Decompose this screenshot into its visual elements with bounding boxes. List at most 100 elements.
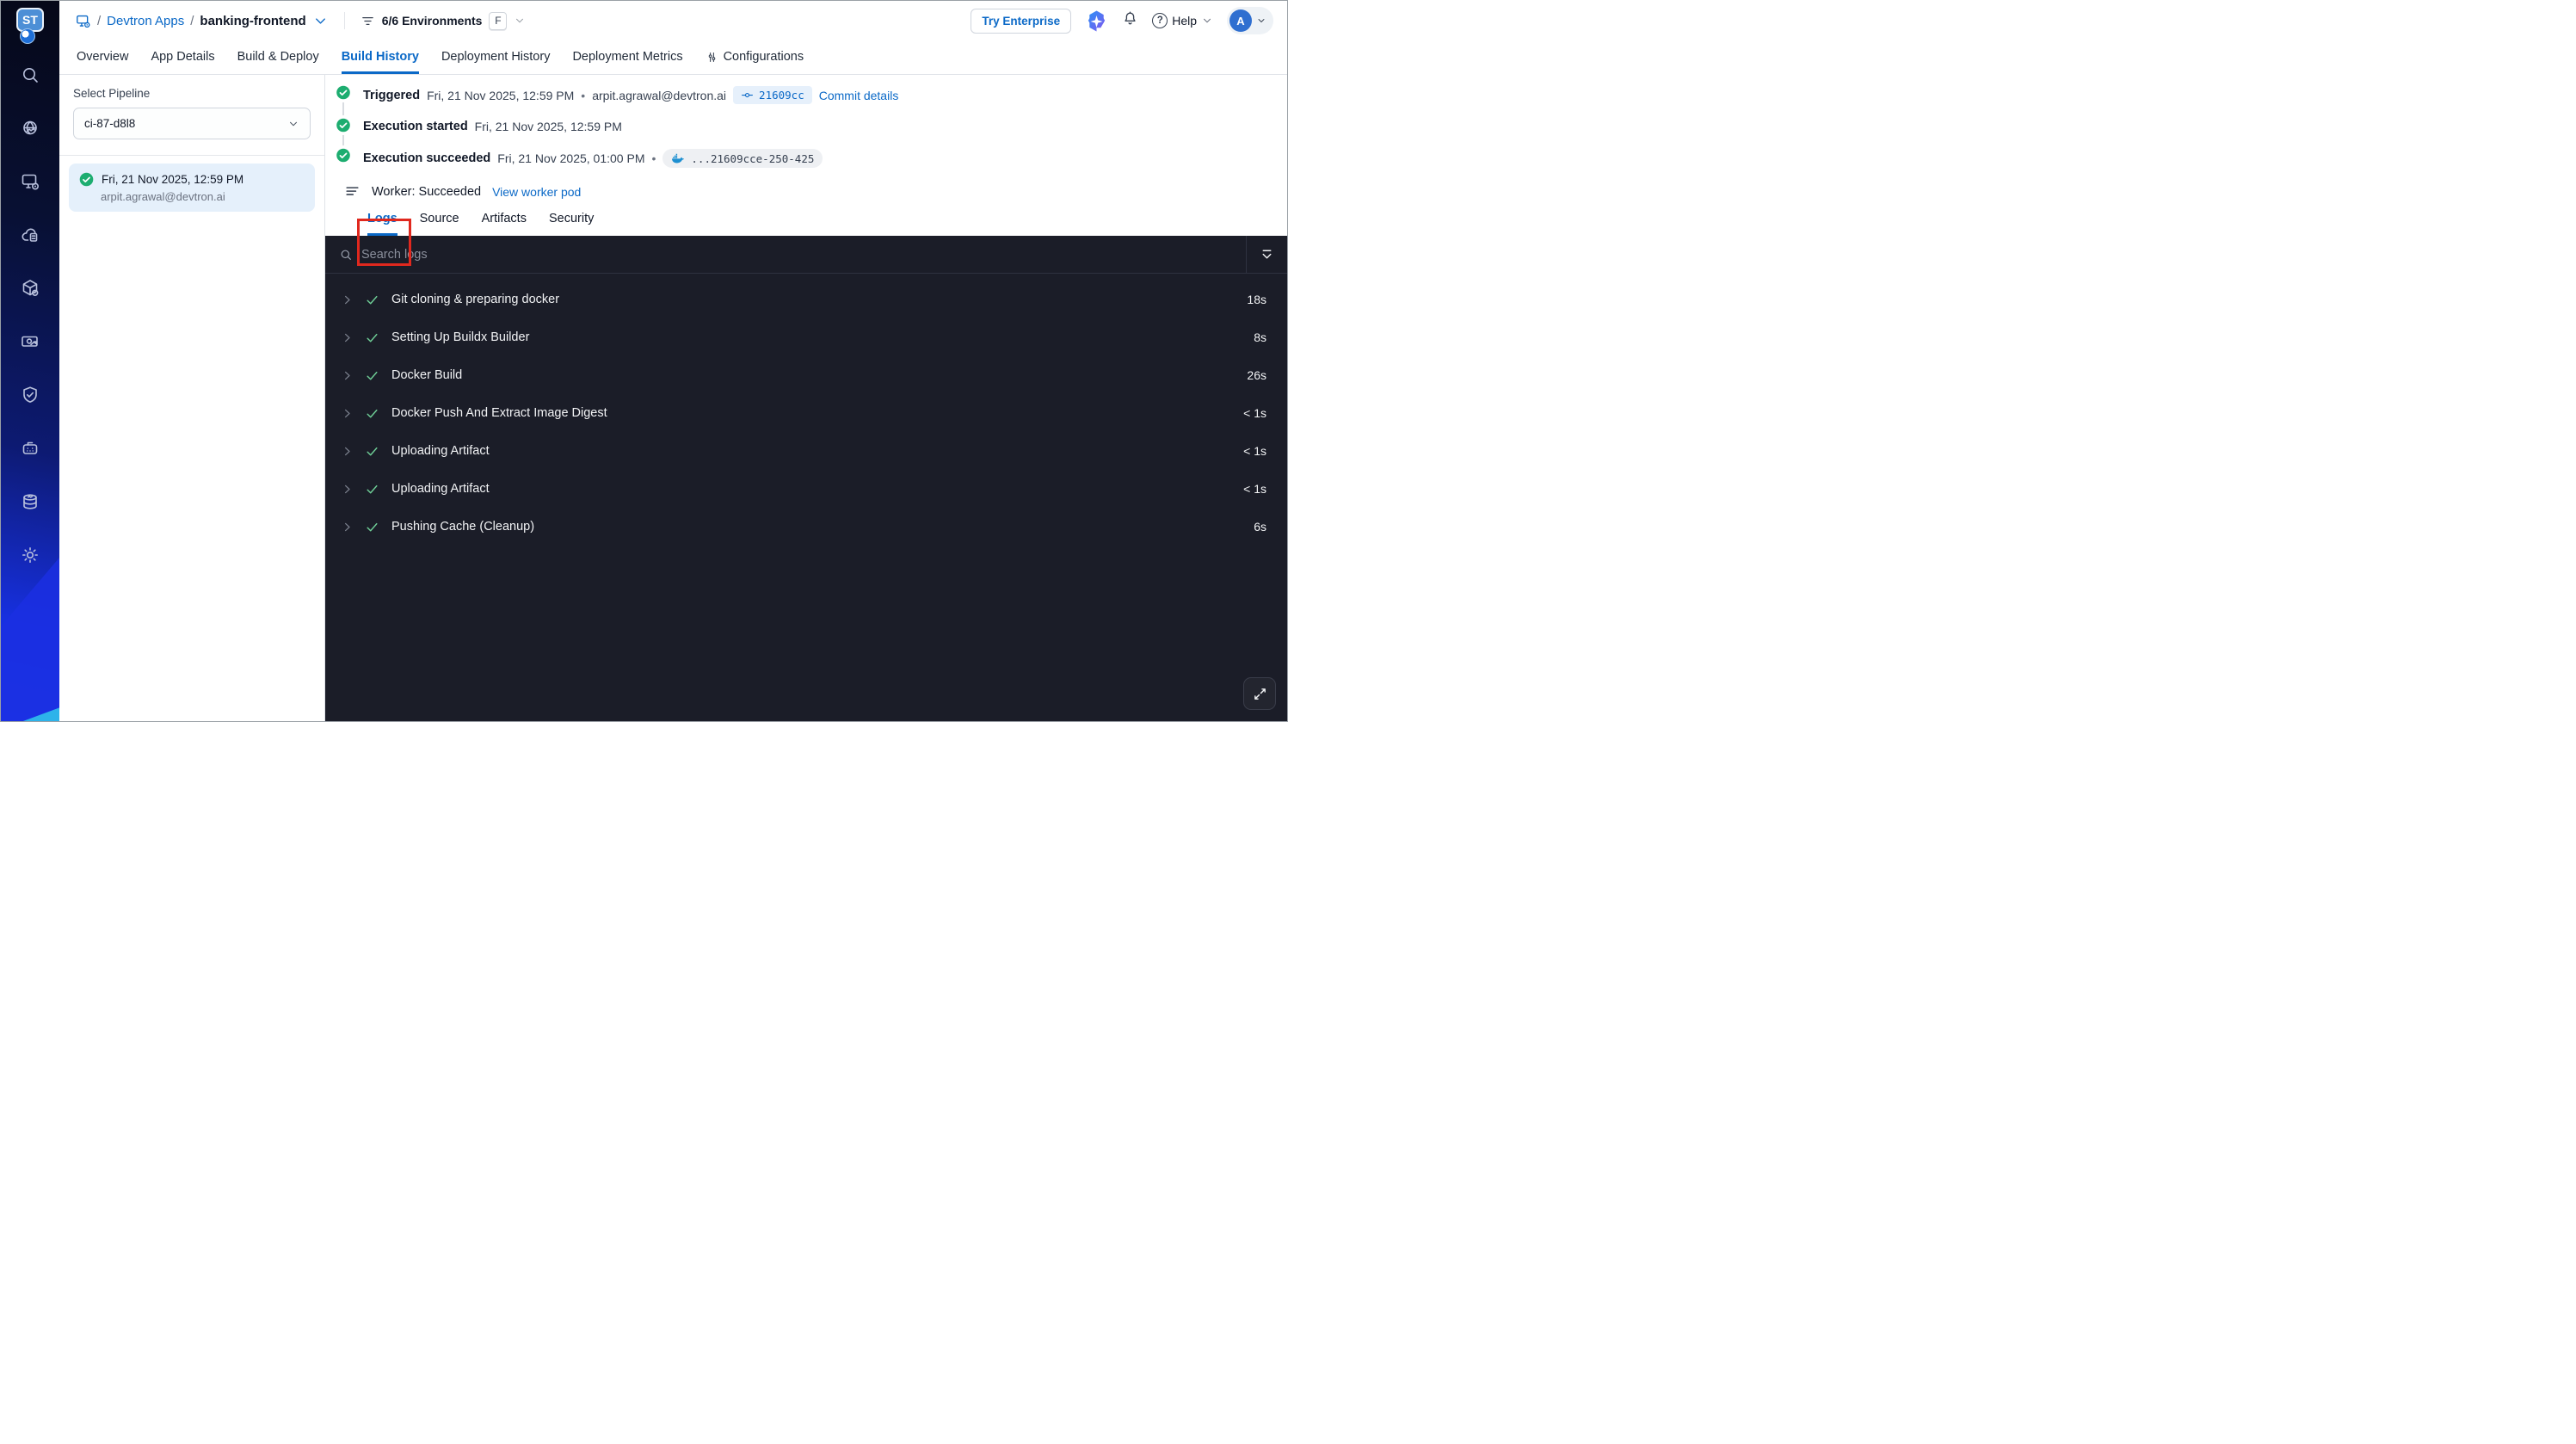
log-stage-list: Git cloning & preparing docker 18s Setti… (325, 274, 1287, 552)
chevron-right-icon[interactable] (341, 407, 354, 420)
stage-success-icon (367, 333, 378, 342)
sliders-icon (708, 52, 715, 62)
stage-duration: 18s (1247, 293, 1266, 306)
header-divider (343, 12, 345, 29)
view-worker-pod-link[interactable]: View worker pod (492, 185, 581, 199)
tab-artifacts[interactable]: Artifacts (482, 212, 527, 236)
applications-icon (77, 15, 90, 28)
log-stage-row[interactable]: Setting Up Buildx Builder 8s (325, 318, 1287, 356)
execution-summary: Triggered Fri, 21 Nov 2025, 12:59 PM • a… (325, 75, 1287, 200)
execution-step-started: Execution started Fri, 21 Nov 2025, 12:5… (335, 118, 1270, 148)
timeline-connector (342, 135, 344, 145)
applications-icon[interactable] (20, 171, 40, 196)
user-menu[interactable]: A (1227, 7, 1273, 34)
breadcrumb-separator: / (190, 13, 194, 28)
log-stage-row[interactable]: Docker Build 26s (325, 356, 1287, 394)
resource-watch-icon[interactable] (20, 118, 40, 143)
tab-build-history[interactable]: Build History (341, 40, 419, 74)
build-list-item[interactable]: Fri, 21 Nov 2025, 12:59 PM arpit.agrawal… (69, 164, 315, 212)
ai-sparkle-icon[interactable] (1085, 9, 1108, 33)
step-time: Fri, 21 Nov 2025, 12:59 PM (427, 88, 575, 102)
build-detail-panel: Triggered Fri, 21 Nov 2025, 12:59 PM • a… (325, 75, 1287, 721)
docker-icon (672, 153, 685, 164)
logs-lines-icon (346, 187, 359, 195)
pipeline-select-value: ci-87-d8l8 (84, 117, 136, 130)
avatar: A (1229, 9, 1252, 32)
chart-store-icon[interactable] (20, 278, 40, 303)
help-menu[interactable]: ? Help (1152, 13, 1213, 28)
app-groups-icon[interactable] (20, 225, 40, 250)
log-stage-row[interactable]: Pushing Cache (Cleanup) 6s (325, 508, 1287, 546)
log-stage-row[interactable]: Git cloning & preparing docker 18s (325, 281, 1287, 318)
global-config-gear-icon[interactable] (20, 545, 40, 570)
top-header: / Devtron Apps / banking-frontend 6/6 En… (59, 1, 1287, 40)
filter-icon (361, 16, 373, 25)
breadcrumb-root-link[interactable]: Devtron Apps (107, 14, 184, 28)
app-nav-tabs: Overview App Details Build & Deploy Buil… (59, 40, 1287, 75)
tab-source[interactable]: Source (420, 212, 459, 236)
step-label: Execution succeeded (363, 151, 491, 165)
help-icon: ? (1152, 13, 1168, 28)
collapse-all-button[interactable] (1246, 236, 1287, 273)
stage-name: Pushing Cache (Cleanup) (391, 520, 535, 534)
cost-visibility-icon[interactable] (20, 331, 40, 356)
log-stage-row[interactable]: Uploading Artifact < 1s (325, 470, 1287, 508)
image-tag: ...21609cce-250-425 (691, 151, 815, 165)
app-logo[interactable]: ST (15, 8, 46, 44)
select-pipeline-label: Select Pipeline (73, 87, 151, 100)
tab-app-details[interactable]: App Details (151, 40, 214, 74)
stage-duration: 26s (1247, 368, 1266, 382)
stage-name: Docker Push And Extract Image Digest (391, 406, 607, 420)
panel-divider (59, 155, 324, 156)
chevron-right-icon[interactable] (341, 331, 354, 344)
log-stage-row[interactable]: Docker Push And Extract Image Digest < 1… (325, 394, 1287, 432)
tab-build-and-deploy[interactable]: Build & Deploy (237, 40, 319, 74)
tab-deployment-metrics[interactable]: Deployment Metrics (572, 40, 682, 74)
sidebar-gradient-facet (1, 558, 59, 721)
build-author: arpit.agrawal@devtron.ai (101, 190, 225, 203)
tab-deployment-history[interactable]: Deployment History (441, 40, 551, 74)
resource-browser-icon[interactable] (20, 491, 40, 516)
success-check-icon (79, 172, 94, 187)
stage-duration: 8s (1254, 330, 1266, 344)
stage-duration: < 1s (1243, 406, 1266, 420)
chevron-right-icon[interactable] (341, 369, 354, 382)
timeline-connector (342, 102, 344, 115)
ai-agent-icon[interactable] (20, 438, 40, 463)
tab-configurations[interactable]: Configurations (706, 40, 804, 74)
search-icon (341, 250, 351, 260)
search-logs-input[interactable] (361, 247, 1232, 262)
stage-success-icon (367, 447, 378, 455)
pipeline-select[interactable]: ci-87-d8l8 (73, 108, 311, 139)
security-icon[interactable] (20, 385, 40, 410)
commit-details-link[interactable]: Commit details (819, 89, 899, 102)
fullscreen-button[interactable] (1243, 677, 1276, 710)
chevron-right-icon[interactable] (341, 293, 354, 306)
tab-overview[interactable]: Overview (77, 40, 128, 74)
stage-duration: < 1s (1243, 482, 1266, 496)
search-icon[interactable] (20, 65, 40, 89)
log-stage-row[interactable]: Uploading Artifact < 1s (325, 432, 1287, 470)
stage-name: Uploading Artifact (391, 444, 490, 458)
worker-status-row: Worker: Succeeded View worker pod (335, 182, 1270, 200)
commit-hash-chip[interactable]: 21609cc (733, 86, 812, 104)
chevron-down-icon[interactable] (514, 15, 526, 27)
devtron-app-window: ST / Devtron Apps / banking-frontend 6/6… (0, 0, 1288, 722)
chevron-right-icon[interactable] (341, 445, 354, 458)
try-enterprise-button[interactable]: Try Enterprise (971, 8, 1072, 34)
step-label: Execution started (363, 120, 468, 133)
commit-hash: 21609cc (759, 89, 804, 102)
stage-name: Setting Up Buildx Builder (391, 330, 530, 344)
tab-security[interactable]: Security (549, 212, 594, 236)
environments-selector[interactable]: 6/6 Environments F (361, 11, 527, 30)
worker-status: Worker: Succeeded (372, 184, 482, 199)
chevron-down-icon[interactable] (312, 13, 329, 29)
image-tag-chip[interactable]: ...21609cce-250-425 (662, 149, 823, 168)
notifications-bell-icon[interactable] (1122, 10, 1138, 31)
stage-name: Git cloning & preparing docker (391, 293, 560, 306)
chevron-right-icon[interactable] (341, 483, 354, 496)
tab-logs[interactable]: Logs (367, 212, 397, 236)
stage-success-icon (367, 409, 378, 417)
step-label: Triggered (363, 88, 421, 102)
chevron-right-icon[interactable] (341, 521, 354, 534)
